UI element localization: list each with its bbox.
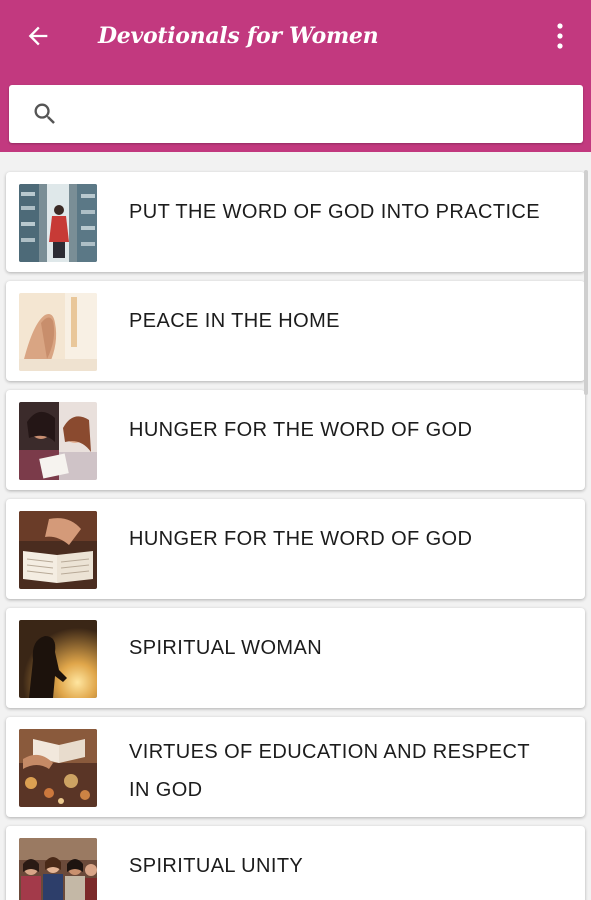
devotional-card[interactable]: VIRTUES OF EDUCATION AND RESPECT IN GOD — [6, 717, 585, 817]
devotional-card[interactable]: PUT THE WORD OF GOD INTO PRACTICE — [6, 172, 585, 272]
devotional-card[interactable]: SPIRITUAL UNITY — [6, 826, 585, 900]
praying-hands-thumbnail — [19, 293, 97, 371]
open-bible-thumbnail — [19, 511, 97, 589]
list-scrollbar[interactable] — [584, 170, 588, 395]
devotional-list: PUT THE WORD OF GOD INTO PRACTICE PEACE … — [0, 152, 591, 900]
search-icon — [34, 103, 55, 124]
devotional-card[interactable]: SPIRITUAL WOMAN — [6, 608, 585, 708]
app-bar: Devotionals for Women — [0, 0, 591, 152]
devotional-card[interactable]: HUNGER FOR THE WORD OF GOD — [6, 499, 585, 599]
devotional-title: HUNGER FOR THE WORD OF GOD — [129, 419, 473, 441]
devotional-title: PEACE IN THE HOME — [129, 310, 340, 332]
overflow-menu-button[interactable] — [544, 16, 576, 56]
arrow-left-icon — [28, 26, 48, 46]
book-bokeh-thumbnail — [19, 729, 97, 807]
devotional-title: HUNGER FOR THE WORD OF GOD — [129, 528, 473, 550]
women-reading-thumbnail — [19, 402, 97, 480]
devotional-title: PUT THE WORD OF GOD INTO PRACTICE — [129, 201, 541, 223]
search-input[interactable] — [73, 95, 567, 135]
group-of-women-thumbnail — [19, 838, 97, 900]
devotional-card[interactable]: HUNGER FOR THE WORD OF GOD — [6, 390, 585, 490]
search-bar[interactable] — [9, 85, 583, 143]
more-vert-icon — [557, 23, 563, 49]
devotional-title: SPIRITUAL WOMAN — [129, 637, 323, 659]
devotional-title: SPIRITUAL UNITY — [129, 855, 304, 877]
silhouette-sunset-thumbnail — [19, 620, 97, 698]
library-woman-thumbnail — [19, 184, 97, 262]
devotional-card[interactable]: PEACE IN THE HOME — [6, 281, 585, 381]
devotional-title: VIRTUES OF EDUCATION AND RESPECT IN GOD — [129, 741, 530, 801]
app-title: Devotionals for Women — [98, 23, 379, 49]
back-button[interactable] — [18, 18, 58, 54]
